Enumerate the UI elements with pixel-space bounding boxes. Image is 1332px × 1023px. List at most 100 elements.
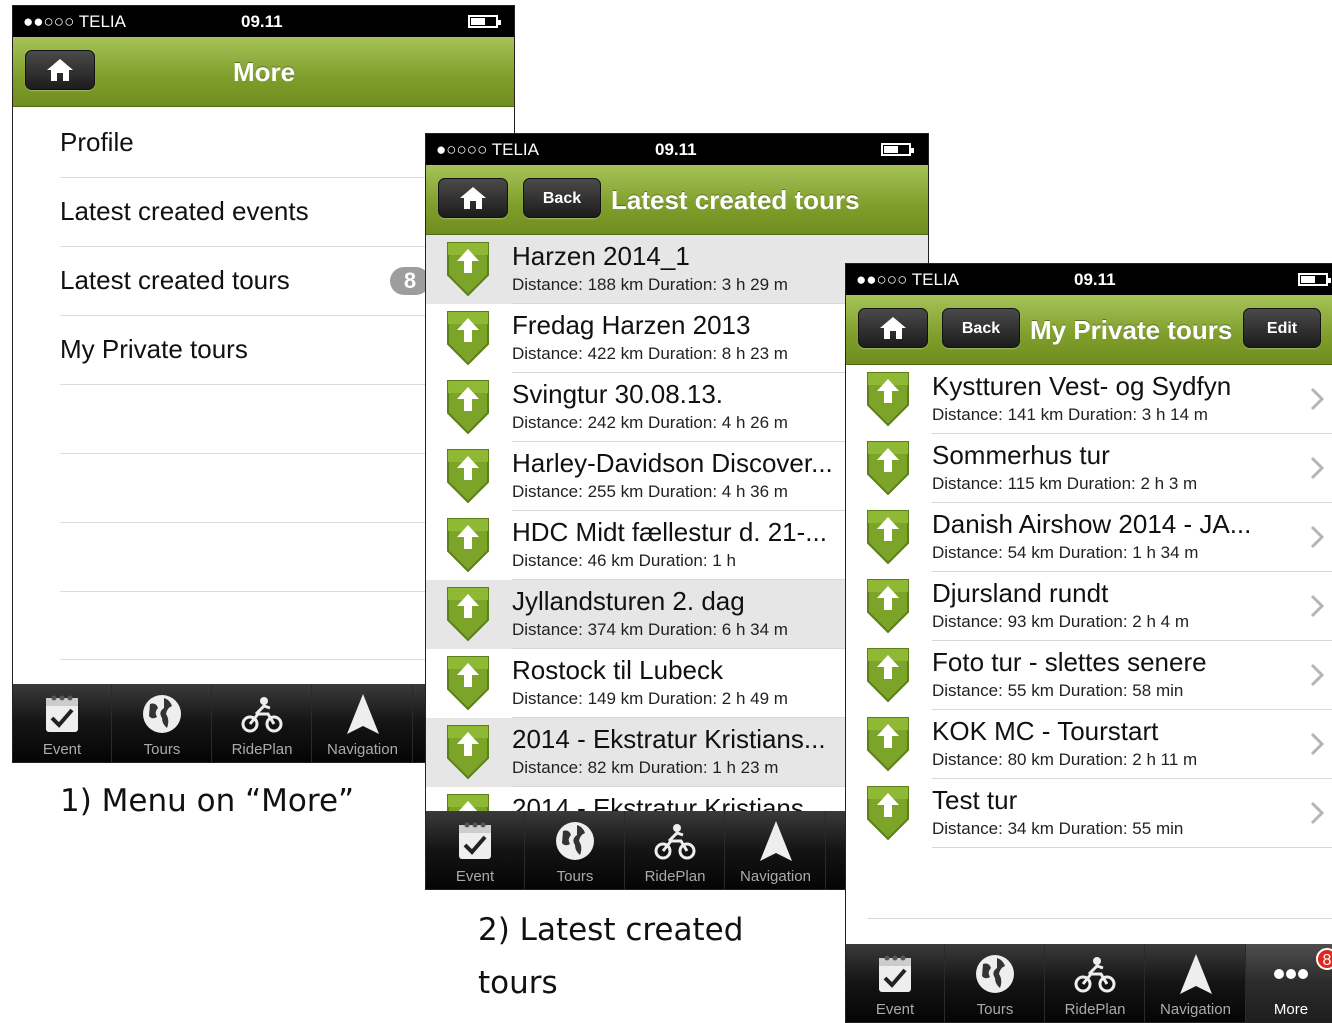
tour-name: Danish Airshow 2014 - JA... bbox=[932, 509, 1252, 539]
tour-pin-icon bbox=[447, 656, 489, 711]
motorcycle-icon bbox=[1074, 957, 1116, 993]
menu-item-label: Latest created tours bbox=[60, 265, 290, 295]
calendar-check-icon bbox=[46, 695, 78, 732]
tab-navigation[interactable]: Navigation bbox=[726, 811, 826, 889]
tour-details: Distance: 149 km Duration: 2 h 49 m bbox=[512, 689, 788, 708]
tab-rideplan[interactable]: RidePlan bbox=[213, 684, 312, 762]
tour-name: Foto tur - slettes senere bbox=[932, 647, 1207, 677]
tab-label: Navigation bbox=[740, 868, 811, 885]
tour-details: Distance: 242 km Duration: 4 h 26 m bbox=[512, 413, 788, 432]
tour-details: Distance: 374 km Duration: 6 h 34 m bbox=[512, 620, 788, 639]
tour-row[interactable]: Sommerhus tur Distance: 115 km Duration: … bbox=[846, 434, 1332, 503]
tour-details: Distance: 54 km Duration: 1 h 34 m bbox=[932, 543, 1199, 562]
count-badge: 8 bbox=[390, 267, 430, 295]
tab-label: Event bbox=[875, 1001, 915, 1018]
globe-icon bbox=[976, 955, 1014, 993]
chevron-right-icon bbox=[1310, 732, 1324, 756]
menu-item-label: Profile bbox=[60, 127, 134, 157]
tour-details: Distance: 93 km Duration: 2 h 4 m bbox=[932, 612, 1190, 631]
home-button[interactable] bbox=[858, 308, 928, 348]
tour-row[interactable]: Djursland rundt Distance: 93 km Duration:… bbox=[846, 572, 1332, 641]
battery-icon bbox=[468, 15, 501, 28]
tour-details: Distance: 188 km Duration: 3 h 29 m bbox=[512, 275, 788, 294]
tour-details: Distance: 55 km Duration: 58 min bbox=[932, 681, 1184, 700]
home-icon bbox=[460, 187, 486, 209]
carrier-label: ●●○○○ TELIA bbox=[23, 12, 126, 31]
tab-tours[interactable]: Tours bbox=[113, 684, 212, 762]
tour-pin-icon bbox=[447, 725, 489, 780]
clock: 09.11 bbox=[241, 12, 283, 31]
calendar-check-icon bbox=[459, 822, 491, 859]
empty-row bbox=[868, 918, 1332, 919]
tour-row[interactable]: Test tur Distance: 34 km Duration: 55 min bbox=[846, 779, 1332, 848]
chevron-right-icon bbox=[1310, 387, 1324, 411]
tour-details: Distance: 46 km Duration: 1 h bbox=[512, 551, 736, 570]
calendar-check-icon bbox=[879, 955, 911, 992]
chevron-right-icon bbox=[1310, 456, 1324, 480]
tab-label: More bbox=[1273, 1001, 1309, 1018]
tour-pin-icon bbox=[447, 587, 489, 642]
chevron-right-icon bbox=[1310, 594, 1324, 618]
tab-event[interactable]: Event bbox=[13, 684, 112, 762]
tour-pin-icon bbox=[867, 717, 909, 772]
tab-tours[interactable]: Tours bbox=[526, 811, 625, 889]
home-button[interactable] bbox=[438, 178, 508, 218]
page-title: My Private tours bbox=[1030, 315, 1233, 345]
tab-label: RidePlan bbox=[231, 741, 293, 758]
battery-icon bbox=[881, 143, 914, 156]
tour-row[interactable]: KOK MC - Tourstart Distance: 80 km Durati… bbox=[846, 710, 1332, 779]
menu-item-label: Latest created events bbox=[60, 196, 309, 226]
tour-pin-icon bbox=[447, 311, 489, 366]
tab-label: Event bbox=[42, 741, 82, 758]
tour-pin-icon bbox=[867, 510, 909, 565]
status-bar: ●●○○○ TELIA 09.11 bbox=[13, 6, 514, 37]
caption-screen2-line1: 2) Latest created bbox=[478, 912, 744, 948]
notification-badge: 8 bbox=[1316, 948, 1332, 970]
tab-navigation[interactable]: Navigation bbox=[313, 684, 413, 762]
tour-name: Djursland rundt bbox=[932, 578, 1109, 608]
tour-row[interactable]: Danish Airshow 2014 - JA... Distance: 54 … bbox=[846, 503, 1332, 572]
edit-button[interactable]: Edit bbox=[1243, 308, 1321, 348]
tab-label: RidePlan bbox=[644, 868, 706, 885]
tab-event[interactable]: Event bbox=[846, 944, 945, 1022]
tab-event[interactable]: Event bbox=[426, 811, 525, 889]
nav-bar: More bbox=[13, 37, 514, 107]
status-bar: ●●○○○ TELIA 09.11 bbox=[846, 264, 1332, 295]
tab-label: Navigation bbox=[1160, 1001, 1231, 1018]
tab-label: Navigation bbox=[327, 741, 398, 758]
tour-details: Distance: 34 km Duration: 55 min bbox=[932, 819, 1184, 838]
tour-details: Distance: 141 km Duration: 3 h 14 m bbox=[932, 405, 1208, 424]
tour-pin-icon bbox=[447, 380, 489, 435]
tour-details: Distance: 255 km Duration: 4 h 36 m bbox=[512, 482, 788, 501]
globe-icon bbox=[143, 695, 181, 733]
tour-pin-icon bbox=[447, 242, 489, 297]
row-separator bbox=[932, 847, 1332, 848]
back-button[interactable]: Back bbox=[942, 308, 1020, 348]
tab-label: Tours bbox=[556, 868, 594, 885]
tab-navigation[interactable]: Navigation bbox=[1146, 944, 1246, 1022]
chevron-right-icon bbox=[1310, 801, 1324, 825]
tour-list: Kystturen Vest- og Sydfyn Distance: 141 k… bbox=[846, 365, 1332, 849]
tab-tours[interactable]: Tours bbox=[946, 944, 1045, 1022]
clock: 09.11 bbox=[1074, 270, 1116, 289]
motorcycle-icon bbox=[654, 824, 696, 860]
home-button[interactable] bbox=[25, 50, 95, 90]
tab-bar: Event Tours RidePlan Navigation 8 More bbox=[846, 944, 1332, 1022]
tour-row[interactable]: Foto tur - slettes senere Distance: 55 km… bbox=[846, 641, 1332, 710]
tour-name: Sommerhus tur bbox=[932, 440, 1110, 470]
tour-pin-icon bbox=[447, 794, 489, 813]
back-button[interactable]: Back bbox=[523, 178, 601, 218]
globe-icon bbox=[556, 822, 594, 860]
carrier-label: ●○○○○ TELIA bbox=[436, 140, 539, 159]
more-dots-icon bbox=[1274, 969, 1308, 979]
tour-pin-icon bbox=[867, 786, 909, 841]
nav-bar: Back My Private tours Edit bbox=[846, 295, 1332, 365]
tab-label: Tours bbox=[143, 741, 181, 758]
page-title: Latest created tours bbox=[611, 185, 860, 215]
tour-name: Test tur bbox=[932, 785, 1018, 815]
tab-rideplan[interactable]: RidePlan bbox=[626, 811, 725, 889]
tab-rideplan[interactable]: RidePlan bbox=[1046, 944, 1145, 1022]
tour-pin-icon bbox=[447, 449, 489, 504]
tour-row[interactable]: Kystturen Vest- og Sydfyn Distance: 141 k… bbox=[846, 365, 1332, 434]
tab-more[interactable]: 8 More bbox=[1246, 944, 1332, 1022]
